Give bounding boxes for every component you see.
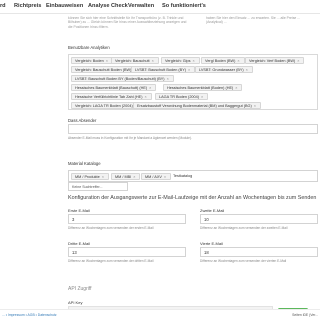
remove-icon: × — [237, 59, 240, 63]
remove-icon: × — [245, 68, 248, 72]
katalog-tag[interactable]: MM / MBI × — [111, 173, 141, 180]
erste-email-help: Differenz an Wochentagen zum versenden d… — [68, 226, 154, 230]
api-zugriff-heading: API Zugriff — [68, 286, 92, 292]
remove-icon: × — [144, 95, 147, 99]
analytik-tag[interactable]: Vergleich: LAGA TR Boden (2004)× — [71, 102, 142, 109]
analytik-tag[interactable]: Ersatzbaustoff Verordnung Bodenmaterial … — [133, 102, 261, 109]
analytik-tag[interactable]: Hessisches Baumerkblatt (Boden) (HE) × — [163, 84, 243, 91]
remove-icon: × — [201, 95, 204, 99]
remove-icon: × — [166, 77, 169, 81]
katalog-tag[interactable]: MM / AXV × — [141, 173, 172, 180]
nav-item-richtpreis[interactable]: Richtpreis — [14, 3, 41, 9]
nav-item-analyse-check[interactable]: Analyse Check — [88, 3, 128, 9]
zweite-email-label: Zweite E-Mail — [200, 208, 225, 213]
analytik-tag[interactable]: LVSBT: Bauschutt Boden (BY) × — [131, 66, 196, 73]
intro-text-right: haben Sie hier den Einsatz ... zu erwart… — [206, 16, 301, 25]
material-kataloge-select[interactable]: MM / Produkte × MM / MBI × MM / AXV × Testk… — [68, 170, 318, 182]
config-heading: Konfiguration der Ausgangswerte zur E-Ma… — [68, 195, 317, 201]
remove-icon: × — [133, 175, 136, 179]
nav-item-so-funktionierts[interactable]: So funktioniert's — [162, 3, 206, 9]
analytik-tag[interactable]: Hessische Verfüllrichtlinie Tab Zahl (HE… — [71, 93, 152, 100]
dritte-email-input[interactable]: 13 — [68, 247, 186, 257]
zweite-email-help: Differenz an Wochentagen zum versenden d… — [200, 226, 288, 230]
footer-links[interactable]: ... • Impressum • AGB • Datenschutz — [2, 313, 57, 317]
benutzbare-analytiken-label: Benutzbare Analytiken — [68, 45, 110, 50]
analytik-tag[interactable]: LVSBT: Bauschutt Boden BY (Boden/Bauschu… — [71, 75, 174, 82]
erste-email-label: Erste E-Mail — [68, 208, 90, 213]
katalog-tag[interactable]: MM / Produkte × — [71, 173, 109, 180]
api-key-label: API Key — [68, 300, 83, 305]
katalog-search-text[interactable]: Testkatalog — [173, 174, 192, 178]
material-kataloge-label: Material Kataloge — [68, 161, 101, 166]
vierte-email-help: Differenz an Wochentagen zum versenden d… — [200, 259, 287, 263]
remove-icon: × — [151, 59, 154, 63]
analytik-tag[interactable]: Vergleich: Boden × — [71, 57, 113, 64]
analytik-tag[interactable]: Vergleich: Bauschutt × — [111, 57, 159, 64]
analytik-tag[interactable]: Hessisches Baumerkblatt (Bauschutt) (HE)… — [71, 84, 157, 91]
remove-icon: × — [297, 59, 300, 63]
top-navigation: rd Richtpreis Einbauweisen Analyse Check… — [0, 0, 320, 14]
remove-icon: × — [163, 175, 167, 179]
nav-item-verwalten[interactable]: Verwalten — [128, 3, 154, 9]
zweite-email-input[interactable]: 10 — [200, 214, 318, 224]
absender-help: Absender E-Mail muss in Konfiguration mi… — [68, 136, 192, 140]
intro-text-left: können Sie sich hier eine Schnittstelle … — [68, 16, 187, 29]
analytik-tag[interactable]: Vergleich: Verf Boden (BW) × — [245, 57, 305, 64]
vierte-email-input[interactable]: 18 — [200, 247, 318, 257]
remove-icon: × — [235, 86, 238, 90]
analytik-tag[interactable]: LVSBT: Grundwasser (BY) × — [195, 66, 253, 73]
remove-icon: × — [253, 104, 256, 108]
analytik-tag[interactable]: Vergl Boden (BW) × — [201, 57, 245, 64]
remove-icon: × — [149, 86, 152, 90]
remove-icon: × — [188, 68, 191, 72]
footer-version: Seiten iDE (Ver... — [292, 313, 318, 317]
benutzbare-analytiken-select[interactable]: Vergleich: Boden × Vergleich: Bauschutt × … — [68, 54, 318, 110]
absender-label: Dass Absender — [68, 118, 97, 123]
remove-icon: × — [101, 175, 104, 179]
katalog-search-dropdown: Keine Suchtreffer... — [68, 182, 128, 191]
dritte-email-label: Dritte E-Mail — [68, 241, 91, 246]
analytik-tag[interactable]: LAGA TR Boden (2004) × — [155, 93, 209, 100]
remove-icon: × — [192, 59, 195, 63]
erste-email-input[interactable]: 3 — [68, 214, 186, 224]
absender-input[interactable] — [68, 124, 318, 134]
remove-icon: × — [105, 59, 108, 63]
nav-item-dashboard[interactable]: rd — [0, 3, 6, 9]
vierte-email-label: Vierte E-Mail — [200, 241, 223, 246]
nav-item-einbauweisen[interactable]: Einbauweisen — [46, 3, 83, 9]
dritte-email-help: Differenz an Wochentagen zum versenden d… — [68, 259, 154, 263]
footer: ... • Impressum • AGB • Datenschutz Seit… — [0, 309, 320, 320]
analytik-tag[interactable]: Vergleich: Gips × — [161, 57, 200, 64]
